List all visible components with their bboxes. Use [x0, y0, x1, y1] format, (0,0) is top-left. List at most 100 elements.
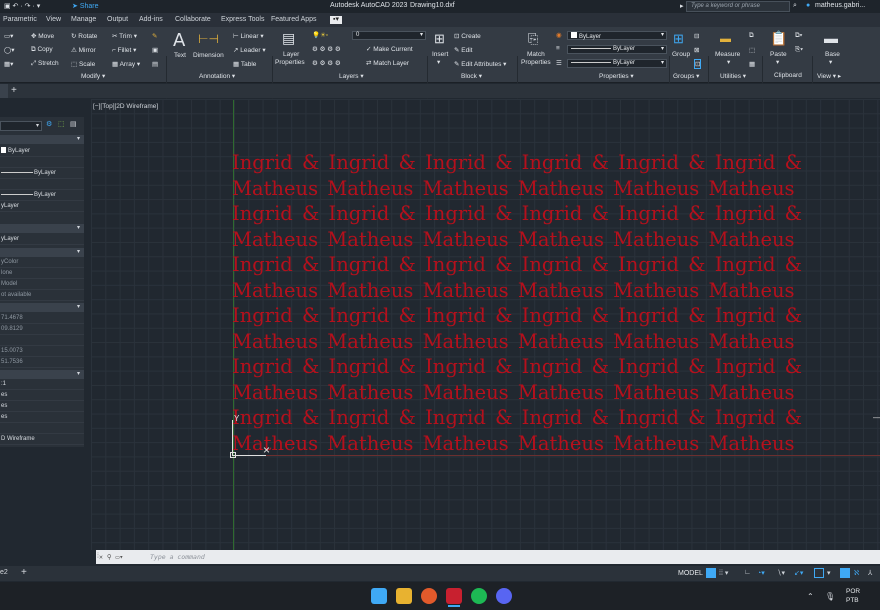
select-objects-icon[interactable]: ⬚: [58, 120, 65, 128]
chevron-down-icon[interactable]: ▾: [727, 58, 730, 66]
prop-visual-style[interactable]: D Wireframe: [0, 434, 84, 445]
isodraft-icon[interactable]: ∖▾: [777, 569, 785, 577]
prop-height[interactable]: 15.0073: [0, 346, 84, 357]
tray-overflow-icon[interactable]: ⌃: [807, 592, 814, 601]
drawing-line[interactable]: Ingrid & Ingrid & Ingrid & Ingrid & Ingr…: [232, 303, 802, 329]
group-select-icon[interactable]: ⊡: [694, 59, 702, 69]
search-input[interactable]: Type a keyword or phrase: [686, 1, 790, 12]
text-icon[interactable]: A: [173, 30, 185, 51]
prop-color[interactable]: ByLayer: [0, 146, 84, 157]
chrome-icon[interactable]: [421, 588, 437, 604]
groups-panel-title[interactable]: Groups ▾: [673, 72, 699, 80]
clipboard-panel-title[interactable]: Clipboard: [774, 72, 802, 79]
move-button[interactable]: ✥ Move: [31, 32, 54, 40]
edit-block-button[interactable]: ✎ Edit: [454, 46, 472, 54]
modify-panel-title[interactable]: Modify ▾: [81, 72, 105, 80]
annotation-visibility-icon[interactable]: ℵ: [854, 569, 859, 577]
layer-label-1[interactable]: Layer: [283, 51, 299, 58]
drawing-line[interactable]: Ingrid & Ingrid & Ingrid & Ingrid & Ingr…: [232, 354, 802, 380]
prop-linetype[interactable]: ByLayer: [0, 168, 84, 179]
object-snap-icon[interactable]: ↙▾: [794, 569, 803, 577]
drawing-line[interactable]: Matheus Matheus Matheus Matheus Matheus …: [232, 176, 795, 202]
linetype-dropdown[interactable]: ByLayer ▾: [567, 59, 667, 68]
windows-start-icon[interactable]: [371, 588, 387, 604]
tab-collaborate[interactable]: Collaborate: [175, 16, 211, 23]
tab-parametric[interactable]: Parametric: [3, 16, 37, 23]
search-icon[interactable]: ⌕: [793, 2, 797, 10]
text-button[interactable]: Text: [174, 52, 186, 59]
calculator-icon[interactable]: ▦: [749, 60, 755, 68]
chevron-down-icon[interactable]: ▾: [829, 58, 832, 66]
object-snap-toggle[interactable]: [814, 568, 824, 578]
prop-ucs-name[interactable]: [0, 423, 84, 434]
prop-material[interactable]: yLayer: [0, 234, 84, 245]
measure-button[interactable]: Measure: [715, 51, 740, 58]
linear-button[interactable]: ⊢ Linear ▾: [233, 32, 264, 40]
lineweight-dropdown[interactable]: ByLayer ▾: [567, 45, 667, 54]
match-properties-icon[interactable]: ⎘: [528, 31, 538, 47]
explode-icon[interactable]: ▤: [152, 60, 158, 68]
prop-ucs-icon-on[interactable]: es: [0, 390, 84, 401]
layout-tab[interactable]: e2: [0, 569, 8, 576]
stretch-button[interactable]: ⤢ Stretch: [31, 60, 59, 68]
command-line[interactable]: ✕ ⚲ ▭▾ Type a command: [96, 550, 880, 564]
viewport-controls[interactable]: [−][Top][2D Wireframe]: [93, 103, 158, 110]
copy-clip-icon[interactable]: ⧉▾: [795, 32, 802, 40]
chevron-down-icon[interactable]: ▾: [437, 58, 440, 66]
snap-toggle-icon[interactable]: ⁞⁞ ▾: [719, 569, 728, 577]
tab-featured-apps[interactable]: Featured Apps: [271, 16, 317, 23]
drawing-line[interactable]: Matheus Matheus Matheus Matheus Matheus …: [232, 227, 795, 253]
match-layer-button[interactable]: ⇄ Match Layer: [366, 59, 409, 67]
prop-lineweight[interactable]: ByLayer: [0, 190, 84, 201]
new-tab-button[interactable]: +: [11, 85, 17, 96]
insert-icon[interactable]: ⊞: [434, 31, 445, 47]
make-current-button[interactable]: ✓ Make Current: [366, 45, 413, 53]
drawing-text-block[interactable]: Ingrid & Ingrid & Ingrid & Ingrid & Ingr…: [232, 150, 802, 456]
drawing-line[interactable]: Ingrid & Ingrid & Ingrid & Ingrid & Ingr…: [232, 150, 802, 176]
annotation-scale-icon[interactable]: [840, 568, 850, 578]
cut-icon[interactable]: ⎘▾: [795, 46, 803, 54]
layers-panel-title[interactable]: Layers ▾: [339, 72, 364, 80]
base-view-icon[interactable]: ▬: [824, 30, 838, 46]
section-view[interactable]: [0, 303, 84, 312]
prop-plot-table-attached[interactable]: Model: [0, 279, 84, 290]
command-input[interactable]: Type a command: [150, 553, 205, 561]
properties-panel-title[interactable]: Properties ▾: [599, 72, 634, 80]
prop-layer[interactable]: [0, 157, 84, 168]
section-3d-visualization[interactable]: [0, 224, 84, 233]
measure-icon[interactable]: ▬: [720, 33, 731, 45]
ungroup-icon[interactable]: ⊟: [694, 32, 699, 40]
tab-express-tools[interactable]: Express Tools: [221, 16, 264, 23]
base-button[interactable]: Base: [825, 51, 840, 58]
object-selector[interactable]: ▾: [0, 121, 42, 131]
scale-button[interactable]: ⬚ Scale: [71, 60, 95, 68]
color-dropdown[interactable]: ByLayer ▾: [567, 31, 667, 40]
spotify-icon[interactable]: [471, 588, 487, 604]
prop-transparency[interactable]: yLayer: [0, 201, 84, 212]
create-block-button[interactable]: ⊡ Create: [454, 32, 481, 40]
block-panel-title[interactable]: Block ▾: [461, 72, 482, 80]
insert-button[interactable]: Insert: [432, 51, 448, 58]
section-misc[interactable]: [0, 370, 84, 379]
file-tab-active[interactable]: [0, 84, 8, 98]
paste-button[interactable]: Paste: [770, 51, 787, 58]
prop-center-z[interactable]: [0, 335, 84, 346]
drawing-line[interactable]: Ingrid & Ingrid & Ingrid & Ingrid & Ingr…: [232, 252, 802, 278]
hatch-tool-icon[interactable]: ▦▾: [4, 60, 13, 68]
drawing-line[interactable]: Ingrid & Ingrid & Ingrid & Ingrid & Ingr…: [232, 405, 802, 431]
quick-select-icon[interactable]: ⚙: [46, 120, 52, 128]
view-panel-title[interactable]: View ▾ ▸: [817, 72, 841, 80]
prop-center-y[interactable]: 09.8129: [0, 324, 84, 335]
tab-view[interactable]: View: [46, 16, 61, 23]
mirror-button[interactable]: ⚠ Mirror: [71, 46, 96, 54]
keyboard-layout[interactable]: PTB: [846, 597, 859, 604]
tab-options-icon[interactable]: ▪▾: [330, 16, 342, 24]
command-close-icon[interactable]: ✕ ⚲ ▭▾: [99, 553, 123, 561]
prop-linetype-scale[interactable]: [0, 179, 84, 190]
match-properties-button[interactable]: Properties: [521, 59, 551, 66]
table-button[interactable]: ▦ Table: [233, 60, 256, 68]
command-grip-icon[interactable]: ⁞: [97, 553, 99, 560]
prop-center-x[interactable]: 71.4678: [0, 313, 84, 324]
prop-plot-style-table[interactable]: lone: [0, 268, 84, 279]
workspace-icon[interactable]: ⅄: [868, 569, 872, 577]
